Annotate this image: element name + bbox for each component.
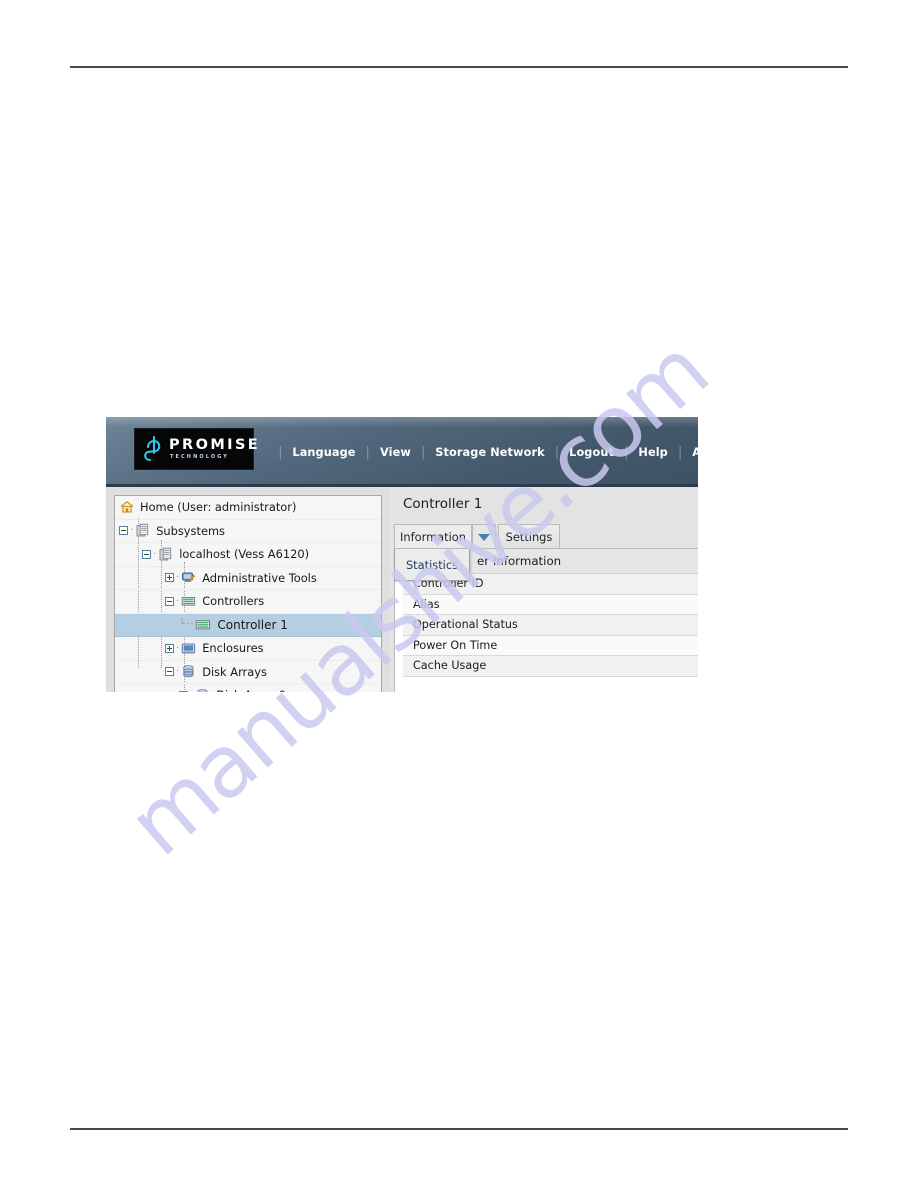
tree-item-subsystems[interactable]: · Subsystems — [115, 520, 381, 543]
tree-item-home[interactable]: Home (User: administrator) — [115, 496, 381, 520]
app-body: Home (User: administrator) · Subsystems — [106, 487, 698, 694]
tree-collapse-toggle[interactable] — [119, 526, 128, 536]
tree-item-disk-arrays[interactable]: · Disk Arrays — [115, 661, 381, 684]
tab-information[interactable]: Information — [394, 524, 472, 549]
nav-item-storage-network[interactable]: Storage Network — [427, 446, 552, 459]
navigation-tree[interactable]: Home (User: administrator) · Subsystems — [114, 495, 382, 694]
logo-wordmark: PROMISE — [169, 436, 261, 453]
tree-connector: · — [153, 548, 158, 560]
table-row: Alias — [403, 594, 698, 615]
nav-item-view[interactable]: View — [372, 446, 419, 459]
tree-item-label: Controller 1 — [217, 617, 288, 632]
row-label: Alias — [413, 597, 440, 611]
tree-connector: └·· — [179, 619, 195, 631]
tree-collapse-toggle[interactable] — [165, 596, 174, 606]
logo-subtitle: TECHNOLOGY — [170, 454, 229, 461]
main-navigation: | Language | View | Storage Network | Lo… — [276, 417, 698, 487]
tree-item-label: Enclosures — [202, 641, 264, 656]
app-header-bar: PROMISE TECHNOLOGY | Language | View | S… — [106, 417, 698, 487]
admin-tools-icon — [181, 570, 196, 585]
content-panel: Controller 1 Information Settings er Inf… — [390, 487, 698, 694]
subsystem-icon — [135, 523, 150, 538]
screenshot-bottom-crop — [106, 692, 698, 694]
tree-item-label: Home (User: administrator) — [140, 500, 297, 515]
home-icon — [120, 500, 134, 514]
table-row: Power On Time — [403, 635, 698, 656]
nav-separator: | — [365, 444, 370, 460]
nav-separator: | — [624, 444, 629, 460]
tree-item-enclosures[interactable]: · Enclosures — [115, 637, 381, 661]
tree-item-label: Controllers — [202, 594, 265, 609]
tree-connector: · — [176, 666, 181, 678]
page-footer-rule — [70, 1128, 848, 1130]
tree-expand-toggle[interactable] — [165, 643, 174, 653]
tree-connector: · — [176, 572, 181, 584]
info-table: Controller ID Alias Operational Status P… — [395, 574, 698, 677]
tab-label: Settings — [505, 530, 553, 544]
subsystem-icon — [158, 547, 173, 562]
nav-item-about[interactable]: About — [684, 446, 698, 459]
tree-connector: · — [130, 525, 135, 537]
tree-expand-toggle[interactable] — [165, 573, 174, 583]
tree-item-label: localhost (Vess A6120) — [179, 547, 310, 562]
nav-separator: | — [677, 444, 683, 460]
tab-dropdown-button[interactable] — [472, 524, 496, 549]
tab-label: Information — [400, 530, 466, 544]
tree-item-label: Subsystems — [156, 523, 225, 538]
nav-separator: | — [278, 444, 283, 460]
nav-separator: | — [420, 444, 426, 460]
disk-array-icon — [181, 664, 196, 679]
row-label: Operational Status — [413, 618, 518, 632]
tree-item-label: Disk Arrays — [202, 664, 267, 679]
promise-logo: PROMISE TECHNOLOGY — [134, 428, 258, 470]
tree-connector: · — [176, 595, 181, 607]
information-dropdown-menu[interactable]: Statistics — [394, 549, 470, 581]
embedded-screenshot: PROMISE TECHNOLOGY | Language | View | S… — [106, 417, 698, 694]
menu-item-statistics[interactable]: Statistics — [395, 549, 469, 580]
table-row: Operational Status — [403, 615, 698, 636]
enclosure-icon — [181, 641, 196, 656]
tree-item-label: Administrative Tools — [202, 570, 317, 585]
row-label: Cache Usage — [413, 659, 487, 673]
nav-item-help[interactable]: Help — [630, 446, 675, 459]
promise-loop-icon — [141, 434, 167, 464]
tree-item-localhost[interactable]: · localhost (Vess A6120) — [115, 543, 381, 567]
page-title: Controller 1 — [403, 496, 483, 512]
controller-icon — [181, 594, 196, 609]
nav-separator: | — [554, 444, 560, 460]
chevron-down-icon — [478, 533, 490, 541]
row-label: Power On Time — [413, 638, 498, 652]
tree-collapse-toggle[interactable] — [165, 667, 174, 677]
page-header-rule — [70, 66, 848, 68]
tree-collapse-toggle[interactable] — [142, 549, 151, 559]
tab-strip: Information Settings — [394, 524, 698, 549]
tree-item-administrative-tools[interactable]: · Administrative Tools — [115, 567, 381, 590]
table-row: Cache Usage — [403, 656, 698, 677]
nav-item-language[interactable]: Language — [284, 446, 363, 459]
tree-item-controllers[interactable]: · Controllers — [115, 590, 381, 614]
nav-item-logout[interactable]: Logout — [561, 446, 622, 459]
tree-connector: · — [176, 642, 181, 654]
tree-item-controller-1[interactable]: └·· Controller 1 — [115, 613, 381, 637]
tab-settings[interactable]: Settings — [498, 524, 560, 549]
controller-icon — [195, 617, 211, 633]
